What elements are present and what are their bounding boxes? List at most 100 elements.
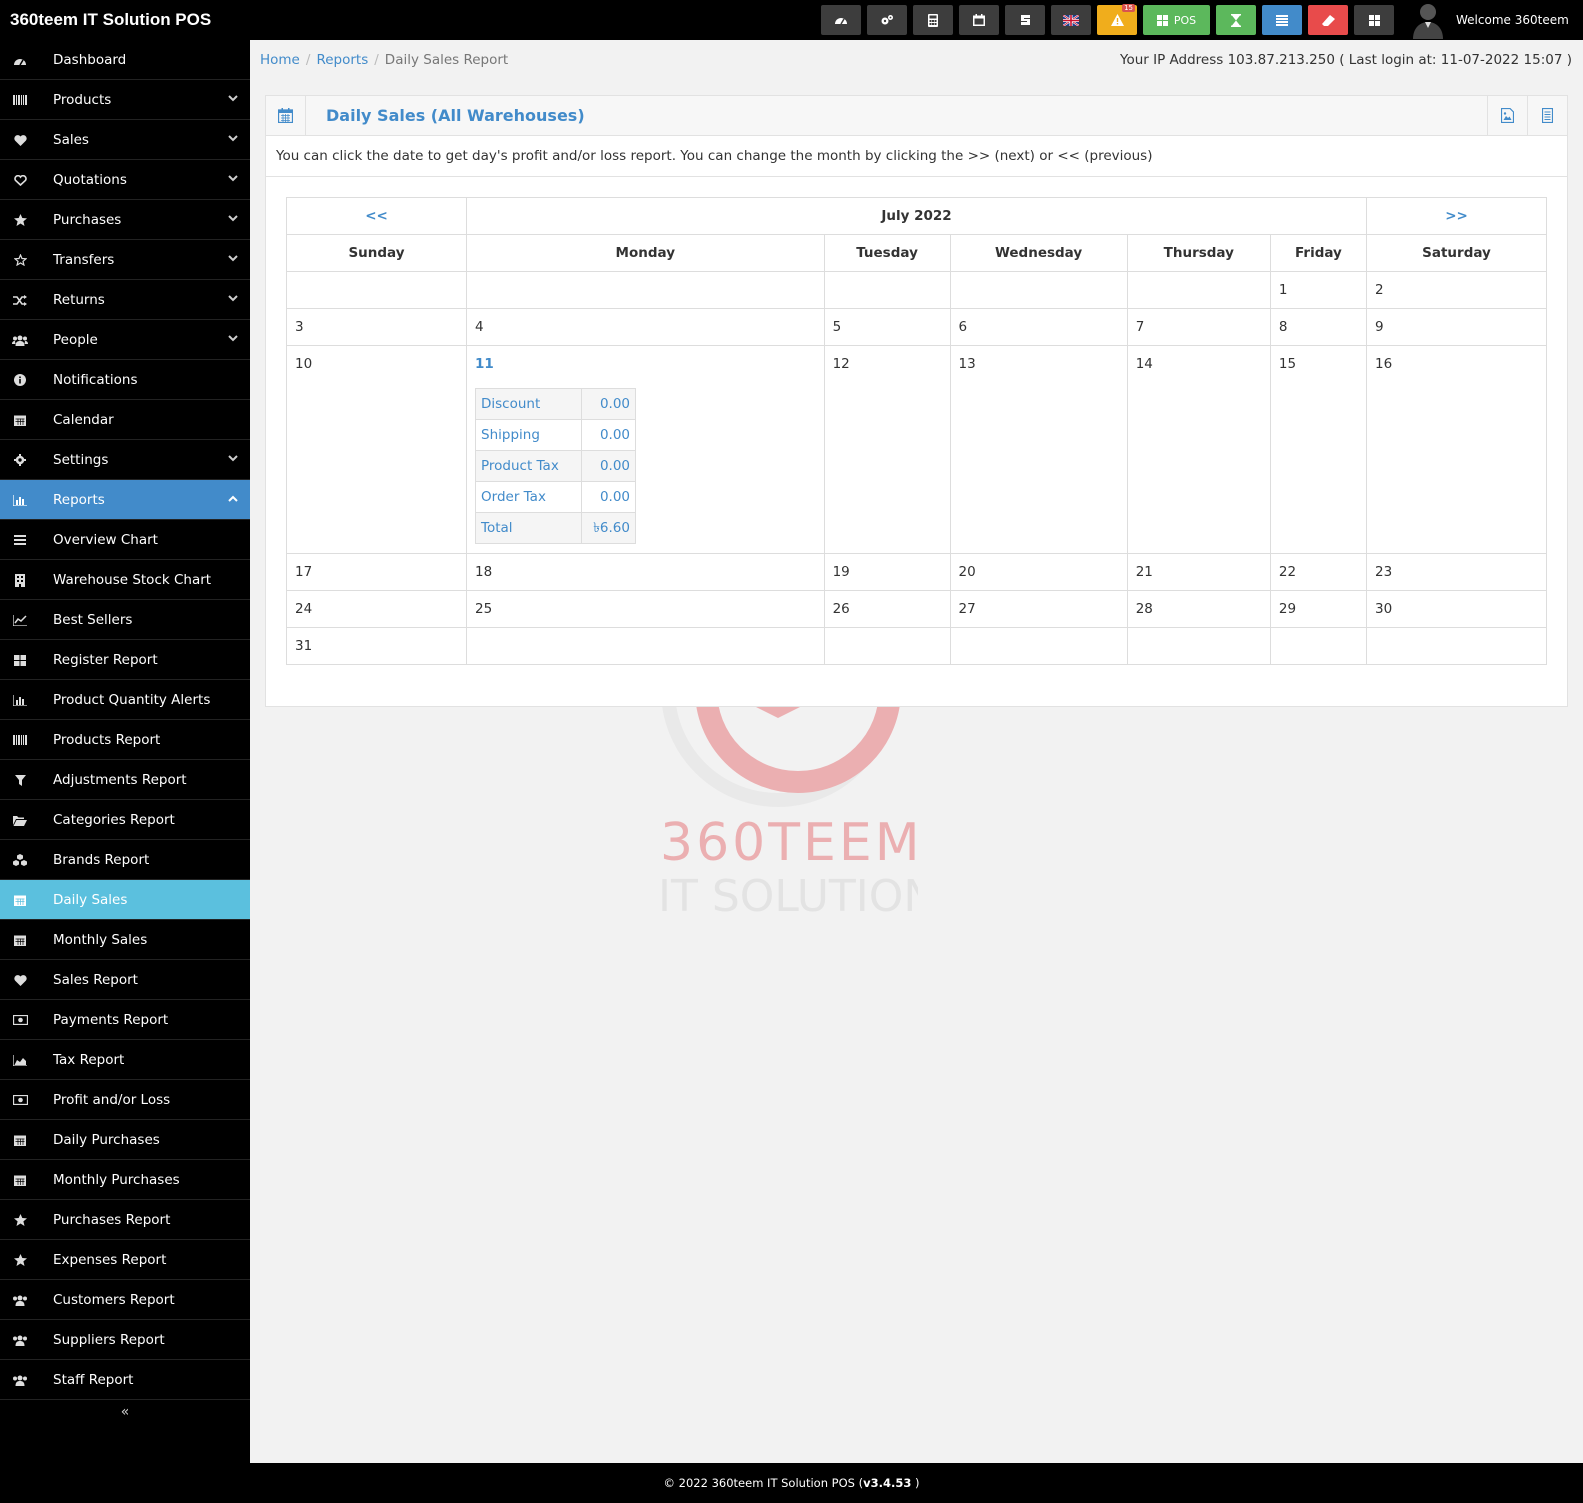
summary-label: Total xyxy=(475,512,582,544)
barcode-icon xyxy=(11,80,29,120)
panel-title: Daily Sales (All Warehouses) xyxy=(326,106,585,125)
clear-cache-button[interactable] xyxy=(1308,5,1348,35)
hourglass-button[interactable] xyxy=(1216,5,1256,35)
sidebar-item-categories-report[interactable]: Categories Report xyxy=(0,800,250,840)
calculator-button[interactable] xyxy=(913,5,953,35)
sidebar-item-dashboard[interactable]: Dashboard xyxy=(0,40,250,80)
sidebar-item-product-quantity-alerts[interactable]: Product Quantity Alerts xyxy=(0,680,250,720)
summary-row: Total ৳6.60 xyxy=(475,512,636,544)
sidebar-item-quotations[interactable]: Quotations xyxy=(0,160,250,200)
alerts-button[interactable]: 15 xyxy=(1097,4,1137,35)
sidebar-item-staff-report[interactable]: Staff Report xyxy=(0,1360,250,1400)
sidebar-item-daily-purchases[interactable]: Daily Purchases xyxy=(0,1120,250,1160)
sidebar-collapse-button[interactable]: « xyxy=(112,1400,138,1424)
bar-chart-icon xyxy=(11,480,29,520)
sales-button[interactable] xyxy=(1005,5,1045,35)
calendar-day-cell: 22 xyxy=(1269,553,1368,591)
sidebar-item-warehouse-stock-chart[interactable]: Warehouse Stock Chart xyxy=(0,560,250,600)
settings-button[interactable] xyxy=(867,5,907,35)
sidebar-item-daily-sales[interactable]: Daily Sales xyxy=(0,880,250,920)
calendar-day-cell: 1 xyxy=(1269,271,1368,309)
language-button[interactable] xyxy=(1051,5,1091,35)
summary-row: Product Tax 0.00 xyxy=(475,450,636,482)
sidebar-item-sales[interactable]: Sales xyxy=(0,120,250,160)
prev-month-link[interactable]: << xyxy=(365,208,388,224)
sidebar-item-label: Purchases Report xyxy=(53,1211,171,1228)
summary-row: Discount 0.00 xyxy=(475,388,636,420)
calendar-icon xyxy=(266,96,306,135)
sidebar-item-reports[interactable]: Reports xyxy=(0,480,250,520)
export-pdf-button[interactable] xyxy=(1527,96,1567,135)
sidebar-item-label: Sales Report xyxy=(53,971,138,988)
calendar-button[interactable] xyxy=(959,5,999,35)
sidebar-item-calendar[interactable]: Calendar xyxy=(0,400,250,440)
sidebar-item-label: Adjustments Report xyxy=(53,771,187,788)
sidebar-item-expenses-report[interactable]: Expenses Report xyxy=(0,1240,250,1280)
bars-icon xyxy=(11,520,29,560)
panel-intro-text: You can click the date to get day's prof… xyxy=(266,136,1567,177)
document-icon xyxy=(1542,108,1553,123)
sidebar-item-overview-chart[interactable]: Overview Chart xyxy=(0,520,250,560)
breadcrumb-home[interactable]: Home xyxy=(260,52,300,68)
sidebar-item-label: Best Sellers xyxy=(53,611,133,628)
sidebar-item-brands-report[interactable]: Brands Report xyxy=(0,840,250,880)
alert-icon xyxy=(1110,14,1124,26)
sidebar-item-suppliers-report[interactable]: Suppliers Report xyxy=(0,1320,250,1360)
export-image-button[interactable] xyxy=(1487,96,1527,135)
star-icon xyxy=(11,1200,29,1240)
breadcrumb: Home / Reports / Daily Sales Report xyxy=(260,40,508,80)
calendar-day-cell: 21 xyxy=(1126,553,1271,591)
sidebar-item-monthly-purchases[interactable]: Monthly Purchases xyxy=(0,1160,250,1200)
calendar-day-cell: 10 xyxy=(286,345,467,554)
sidebar-item-best-sellers[interactable]: Best Sellers xyxy=(0,600,250,640)
sidebar-item-adjustments-report[interactable]: Adjustments Report xyxy=(0,760,250,800)
calendar-day-cell: 23 xyxy=(1366,553,1547,591)
users-icon xyxy=(11,1320,29,1360)
sidebar-item-products[interactable]: Products xyxy=(0,80,250,120)
next-month-link[interactable]: >> xyxy=(1445,208,1468,224)
barcode-icon xyxy=(11,720,29,760)
list-button[interactable] xyxy=(1262,5,1302,35)
th-large-icon xyxy=(11,640,29,680)
sidebar-item-register-report[interactable]: Register Report xyxy=(0,640,250,680)
summary-label: Discount xyxy=(475,388,582,420)
heart-icon xyxy=(11,960,29,1000)
sidebar-item-purchases-report[interactable]: Purchases Report xyxy=(0,1200,250,1240)
breadcrumb-reports[interactable]: Reports xyxy=(316,52,368,68)
calendar-icon xyxy=(11,400,29,440)
apps-button[interactable] xyxy=(1354,5,1394,35)
app-brand[interactable]: 360teem IT Solution POS xyxy=(10,0,211,40)
sidebar-item-monthly-sales[interactable]: Monthly Sales xyxy=(0,920,250,960)
sidebar-item-settings[interactable]: Settings xyxy=(0,440,250,480)
sidebar-item-sales-report[interactable]: Sales Report xyxy=(0,960,250,1000)
calendar-day-cell: 28 xyxy=(1126,590,1271,628)
sidebar: Dashboard Products Sales Quotations Purc… xyxy=(0,40,250,1463)
calendar-day-cell xyxy=(949,271,1128,309)
sidebar-item-profit-loss[interactable]: Profit and/or Loss xyxy=(0,1080,250,1120)
sidebar-item-products-report[interactable]: Products Report xyxy=(0,720,250,760)
sidebar-item-purchases[interactable]: Purchases xyxy=(0,200,250,240)
calendar-month-title: July 2022 xyxy=(466,197,1367,235)
sidebar-item-tax-report[interactable]: Tax Report xyxy=(0,1040,250,1080)
sidebar-item-label: Sales xyxy=(53,131,89,148)
users-icon xyxy=(11,1280,29,1320)
calendar-day-cell xyxy=(949,627,1128,665)
sidebar-item-customers-report[interactable]: Customers Report xyxy=(0,1280,250,1320)
sidebar-item-payments-report[interactable]: Payments Report xyxy=(0,1000,250,1040)
pos-icon xyxy=(1156,14,1168,26)
sidebar-item-returns[interactable]: Returns xyxy=(0,280,250,320)
line-chart-icon xyxy=(11,600,29,640)
dashboard-button[interactable] xyxy=(821,5,861,35)
sidebar-item-label: Dashboard xyxy=(53,51,127,68)
sidebar-item-transfers[interactable]: Transfers xyxy=(0,240,250,280)
user-avatar-icon[interactable] xyxy=(1411,1,1445,39)
sidebar-item-label: Settings xyxy=(53,451,109,468)
sidebar-item-people[interactable]: People xyxy=(0,320,250,360)
welcome-text[interactable]: Welcome 360teem xyxy=(1456,0,1569,40)
day-link-11[interactable]: 11 xyxy=(475,356,494,372)
pos-button[interactable]: POS xyxy=(1143,5,1210,35)
cubes-icon xyxy=(11,840,29,880)
sidebar-item-notifications[interactable]: Notifications xyxy=(0,360,250,400)
pos-label: POS xyxy=(1173,13,1197,27)
calendar-day-cell: 8 xyxy=(1269,308,1368,346)
